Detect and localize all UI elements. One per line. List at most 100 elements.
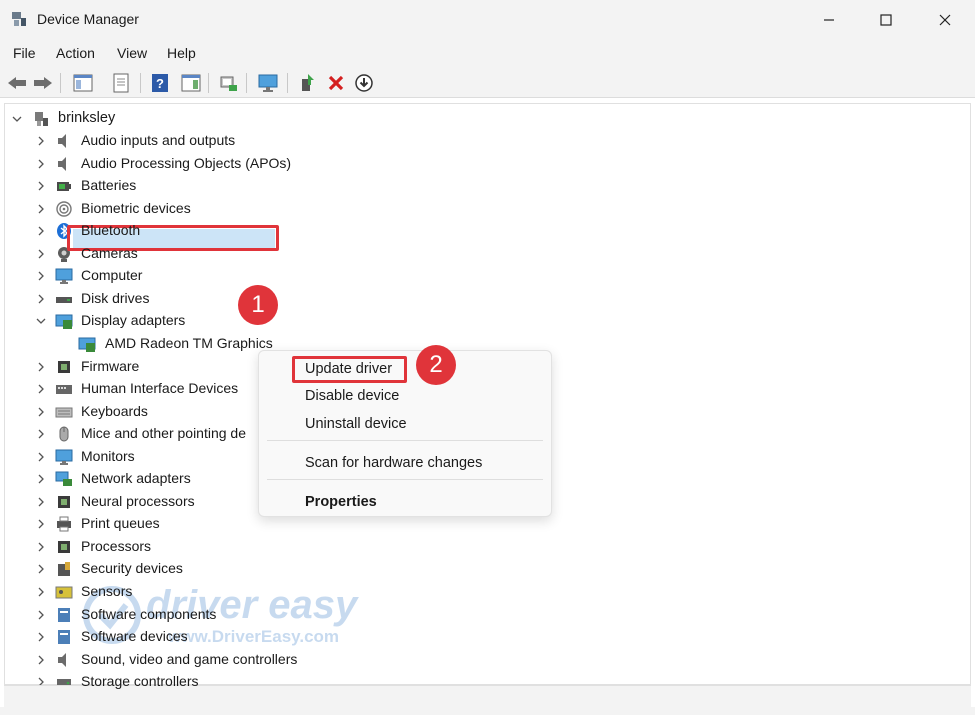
toolbar-separator <box>287 73 288 93</box>
show-hide-console-tree-button[interactable] <box>72 72 94 94</box>
tree-item-label[interactable]: Biometric devices <box>81 200 191 216</box>
monitor-icon <box>258 74 278 92</box>
toolbar-separator <box>140 73 141 93</box>
menu-help[interactable]: Help <box>167 45 196 61</box>
title-bar: Device Manager <box>0 0 975 40</box>
tree-item-label[interactable]: Human Interface Devices <box>81 380 238 396</box>
tree-item-label[interactable]: Security devices <box>81 560 183 576</box>
chevron-right-icon[interactable] <box>34 247 48 261</box>
chevron-right-icon[interactable] <box>34 608 48 622</box>
tree-item-label[interactable]: Processors <box>81 538 151 554</box>
svg-text:?: ? <box>156 76 164 91</box>
tree-item-label[interactable]: Display adapters <box>81 312 185 328</box>
help-toolbar-button[interactable]: ? <box>149 72 171 94</box>
monitor-icon <box>55 449 73 465</box>
tree-item-label[interactable]: Audio Processing Objects (APOs) <box>81 155 291 171</box>
chevron-right-icon[interactable] <box>34 382 48 396</box>
uninstall-toolbar-button[interactable] <box>325 72 347 94</box>
hid-icon <box>56 385 72 394</box>
update-driver-menu-item[interactable]: Update driver <box>305 361 392 377</box>
menu-file[interactable]: File <box>13 45 36 61</box>
tree-item-label[interactable]: Storage controllers <box>81 673 199 689</box>
tree-item-label[interactable]: Computer <box>81 267 142 283</box>
disable-device-menu-item[interactable]: Disable device <box>305 388 399 404</box>
context-menu-separator <box>267 479 543 480</box>
monitor-toolbar-button[interactable] <box>257 72 279 94</box>
tree-item-label[interactable]: Mice and other pointing de <box>81 425 246 441</box>
chip-icon <box>58 541 70 553</box>
tree-item-label[interactable]: Cameras <box>81 245 138 261</box>
tree-item-label[interactable]: Software devices <box>81 628 188 644</box>
chevron-right-icon[interactable] <box>34 202 48 216</box>
red-x-icon <box>328 75 344 91</box>
speaker-icon <box>58 157 66 171</box>
window-title: Device Manager <box>37 11 139 27</box>
console-tree-icon <box>73 74 93 92</box>
update-driver-icon <box>302 74 314 91</box>
monitor-icon <box>55 268 73 284</box>
tree-item-label[interactable]: Monitors <box>81 448 135 464</box>
tree-item-label[interactable]: Sensors <box>81 583 132 599</box>
chevron-right-icon[interactable] <box>34 224 48 238</box>
properties-toolbar-button[interactable] <box>110 72 132 94</box>
chevron-down-icon[interactable] <box>34 314 48 328</box>
device-manager-icon <box>12 12 26 26</box>
action-pane-button[interactable] <box>180 72 202 94</box>
chevron-right-icon[interactable] <box>34 495 48 509</box>
maximize-button[interactable] <box>858 0 914 40</box>
chevron-right-icon[interactable] <box>34 405 48 419</box>
tree-item-label[interactable]: Bluetooth <box>81 222 140 238</box>
chevron-right-icon[interactable] <box>34 472 48 486</box>
chevron-right-icon[interactable] <box>34 653 48 667</box>
chevron-right-icon[interactable] <box>34 292 48 306</box>
back-button[interactable] <box>6 72 28 94</box>
forward-button[interactable] <box>32 72 54 94</box>
display-adapter-icon <box>55 314 73 329</box>
chevron-right-icon[interactable] <box>34 630 48 644</box>
tree-root-row[interactable]: brinksley <box>10 108 160 130</box>
chevron-right-icon[interactable] <box>34 134 48 148</box>
menu-action[interactable]: Action <box>56 45 95 61</box>
tree-item-label[interactable]: Disk drives <box>81 290 149 306</box>
battery-icon <box>57 182 71 191</box>
chevron-right-icon[interactable] <box>34 269 48 283</box>
tree-item-label[interactable]: AMD Radeon TM Graphics <box>105 335 273 351</box>
speaker-icon <box>58 134 66 148</box>
chevron-right-icon[interactable] <box>34 562 48 576</box>
chevron-right-icon[interactable] <box>34 517 48 531</box>
step1-badge: 1 <box>238 285 278 325</box>
tree-item-label[interactable]: Firmware <box>81 358 139 374</box>
computer-tower-icon <box>35 112 48 126</box>
tree-item-label[interactable]: Network adapters <box>81 470 191 486</box>
tree-item-label[interactable]: Audio inputs and outputs <box>81 132 235 148</box>
chevron-right-icon[interactable] <box>34 585 48 599</box>
close-button[interactable] <box>917 0 973 40</box>
close-icon <box>939 14 951 26</box>
tree-item-label[interactable]: Print queues <box>81 515 160 531</box>
chevron-right-icon[interactable] <box>34 360 48 374</box>
tree-item-label[interactable]: Batteries <box>81 177 136 193</box>
update-driver-toolbar-button[interactable] <box>297 72 319 94</box>
chevron-right-icon[interactable] <box>34 450 48 464</box>
properties-menu-item[interactable]: Properties <box>305 494 377 510</box>
properties-sheet-icon <box>113 73 129 93</box>
chip-icon <box>58 361 70 373</box>
tree-item-label[interactable]: Neural processors <box>81 493 195 509</box>
uninstall-device-menu-item[interactable]: Uninstall device <box>305 416 407 432</box>
scan-hardware-button[interactable] <box>218 72 240 94</box>
scan-hardware-menu-item[interactable]: Scan for hardware changes <box>305 455 482 471</box>
speaker-icon <box>58 653 66 667</box>
tree-item-label[interactable]: Software components <box>81 606 216 622</box>
step2-badge: 2 <box>416 345 456 385</box>
chevron-right-icon[interactable] <box>34 179 48 193</box>
chevron-right-icon[interactable] <box>34 540 48 554</box>
enable-device-toolbar-button[interactable] <box>353 72 375 94</box>
tree-item-label[interactable]: Keyboards <box>81 403 148 419</box>
chip-icon <box>58 496 70 508</box>
chevron-right-icon[interactable] <box>34 157 48 171</box>
chevron-down-icon[interactable] <box>10 112 24 126</box>
menu-view[interactable]: View <box>117 45 147 61</box>
tree-item-label[interactable]: Sound, video and game controllers <box>81 651 297 667</box>
minimize-button[interactable] <box>801 0 857 40</box>
chevron-right-icon[interactable] <box>34 427 48 441</box>
